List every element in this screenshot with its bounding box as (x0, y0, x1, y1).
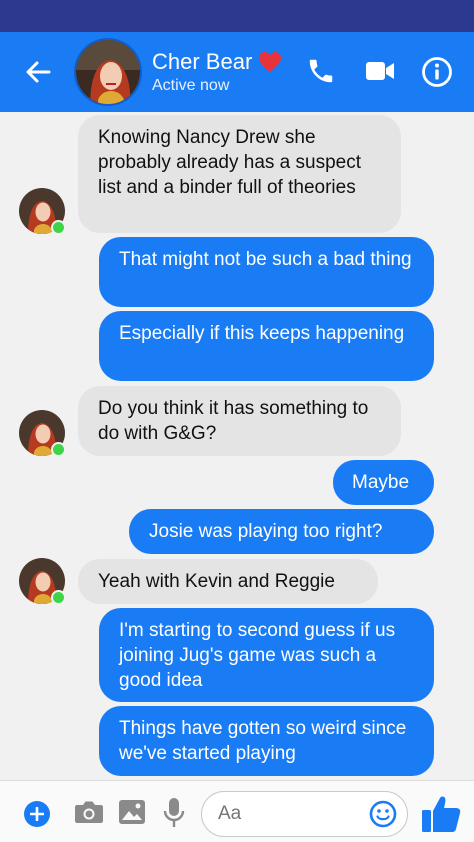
microphone-icon[interactable] (163, 797, 185, 829)
outgoing-message[interactable]: Especially if this keeps happening (99, 311, 434, 381)
online-indicator (51, 442, 66, 457)
outgoing-message[interactable]: Maybe (333, 460, 434, 505)
message-composer (0, 780, 474, 842)
system-status-bar (0, 0, 474, 32)
message-input-box[interactable] (201, 791, 408, 837)
camera-icon[interactable] (74, 799, 104, 827)
plus-icon[interactable] (24, 801, 50, 827)
message-thread[interactable]: Knowing Nancy Drew she probably already … (0, 112, 474, 780)
phone-call-icon[interactable] (302, 52, 340, 90)
contact-name[interactable]: Cher Bear (152, 49, 282, 75)
sender-avatar[interactable] (19, 558, 66, 605)
video-call-icon[interactable] (360, 52, 400, 90)
online-indicator (51, 220, 66, 235)
sender-avatar[interactable] (19, 410, 66, 457)
contact-name-text: Cher Bear (152, 49, 253, 74)
contact-avatar[interactable] (74, 38, 142, 106)
info-icon[interactable] (417, 52, 457, 92)
incoming-message[interactable]: Do you think it has something to do with… (78, 386, 401, 456)
thumbs-up-icon[interactable] (420, 793, 462, 835)
gallery-icon[interactable] (118, 799, 146, 827)
incoming-message[interactable]: Yeah with Kevin and Reggie (78, 559, 378, 604)
back-arrow-icon[interactable] (18, 54, 58, 90)
active-status: Active now (152, 77, 230, 94)
outgoing-message[interactable]: I'm starting to second guess if us joini… (99, 608, 434, 702)
emoji-icon[interactable] (369, 800, 397, 828)
conversation-header: Cher Bear Active now (0, 32, 474, 112)
outgoing-message[interactable]: Josie was playing too right? (129, 509, 434, 554)
outgoing-message[interactable]: Things have gotten so weird since we've … (99, 706, 434, 776)
heart-icon (259, 52, 282, 72)
outgoing-message[interactable]: That might not be such a bad thing (99, 237, 434, 307)
online-indicator (51, 590, 66, 605)
sender-avatar[interactable] (19, 188, 66, 235)
incoming-message[interactable]: Knowing Nancy Drew she probably already … (78, 115, 401, 233)
message-input[interactable] (218, 802, 358, 826)
